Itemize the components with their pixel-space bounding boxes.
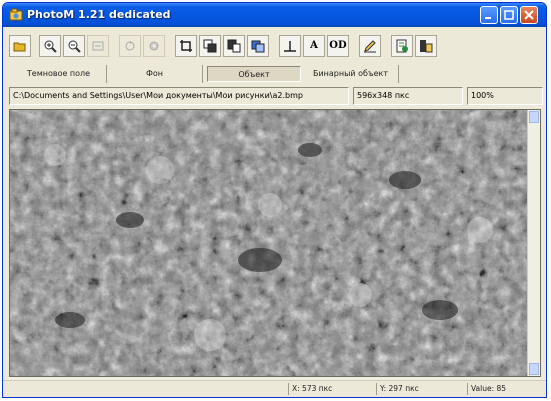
- info-button[interactable]: [415, 35, 437, 57]
- app-window: PhotoM 1.21 dedicated A OD Темновое поле…: [2, 2, 547, 398]
- image-size: 596x348 пкс: [353, 87, 463, 105]
- fit-window-button[interactable]: [87, 35, 109, 57]
- cursor-x: X: 573 пкс: [288, 383, 366, 395]
- fit-window-icon: [92, 41, 104, 51]
- pixel-value: Value: 85: [467, 383, 543, 395]
- tab-dark-field[interactable]: Темновое поле: [11, 65, 107, 83]
- zoom-in-button[interactable]: [39, 35, 61, 57]
- tab-binary-object[interactable]: Бинарный объект: [303, 65, 399, 83]
- paste-icon: [227, 39, 241, 53]
- tab-object[interactable]: Объект: [207, 66, 301, 82]
- image-viewport[interactable]: [9, 109, 541, 377]
- rotate-button[interactable]: [119, 35, 141, 57]
- rotate-icon: [125, 41, 135, 51]
- mode-tabs: Темновое поле Фон Объект Бинарный объект: [11, 65, 411, 83]
- vertical-scrollbar[interactable]: [527, 110, 540, 376]
- zoom-level: 100%: [467, 87, 543, 105]
- info-icon: [420, 40, 433, 53]
- perpendicular-button[interactable]: [279, 35, 301, 57]
- duplicate-icon: [251, 40, 265, 53]
- close-icon: [524, 10, 534, 20]
- open-folder-icon: [13, 42, 26, 52]
- crop-icon: [180, 40, 192, 52]
- export-button[interactable]: [391, 35, 413, 57]
- info-bar: C:\Documents and Settings\User\Мои докум…: [9, 87, 543, 107]
- title-bar[interactable]: PhotoM 1.21 dedicated: [3, 3, 546, 27]
- optical-density-icon: OD: [329, 40, 347, 51]
- maximize-icon: [504, 10, 514, 20]
- zoom-out-button[interactable]: [63, 35, 85, 57]
- copy-icon: [203, 39, 217, 53]
- optical-density-button[interactable]: OD: [327, 35, 349, 57]
- measure-perpendicular-icon: [284, 41, 296, 52]
- zoom-in-icon: [44, 40, 57, 53]
- crop-button[interactable]: [175, 35, 197, 57]
- close-button[interactable]: [520, 6, 538, 24]
- scroll-down-button[interactable]: [529, 363, 539, 375]
- app-icon: [9, 8, 23, 21]
- maximize-button[interactable]: [500, 6, 518, 24]
- text-button[interactable]: A: [303, 35, 325, 57]
- minimize-button[interactable]: [480, 6, 498, 24]
- toolbar: A OD: [7, 31, 542, 61]
- zoom-out-icon: [68, 40, 81, 53]
- status-bar: X: 573 пкс Y: 297 пкс Value: 85: [3, 380, 546, 397]
- paste-button[interactable]: [223, 35, 245, 57]
- text-icon: A: [310, 40, 318, 51]
- window-title: PhotoM 1.21 dedicated: [27, 8, 171, 21]
- tab-background[interactable]: Фон: [107, 65, 203, 83]
- duplicate-button[interactable]: [247, 35, 269, 57]
- file-path: C:\Documents and Settings\User\Мои докум…: [9, 87, 349, 105]
- export-icon: [396, 39, 408, 53]
- settings-button[interactable]: [143, 35, 165, 57]
- cursor-y: Y: 297 пкс: [376, 383, 461, 395]
- pencil-icon: [364, 40, 376, 53]
- scroll-up-button[interactable]: [529, 111, 539, 123]
- copy-button[interactable]: [199, 35, 221, 57]
- pencil-button[interactable]: [359, 35, 381, 57]
- open-button[interactable]: [9, 35, 31, 57]
- settings-icon: [149, 41, 159, 51]
- minimize-icon: [485, 17, 491, 19]
- micrograph-image[interactable]: [10, 110, 528, 376]
